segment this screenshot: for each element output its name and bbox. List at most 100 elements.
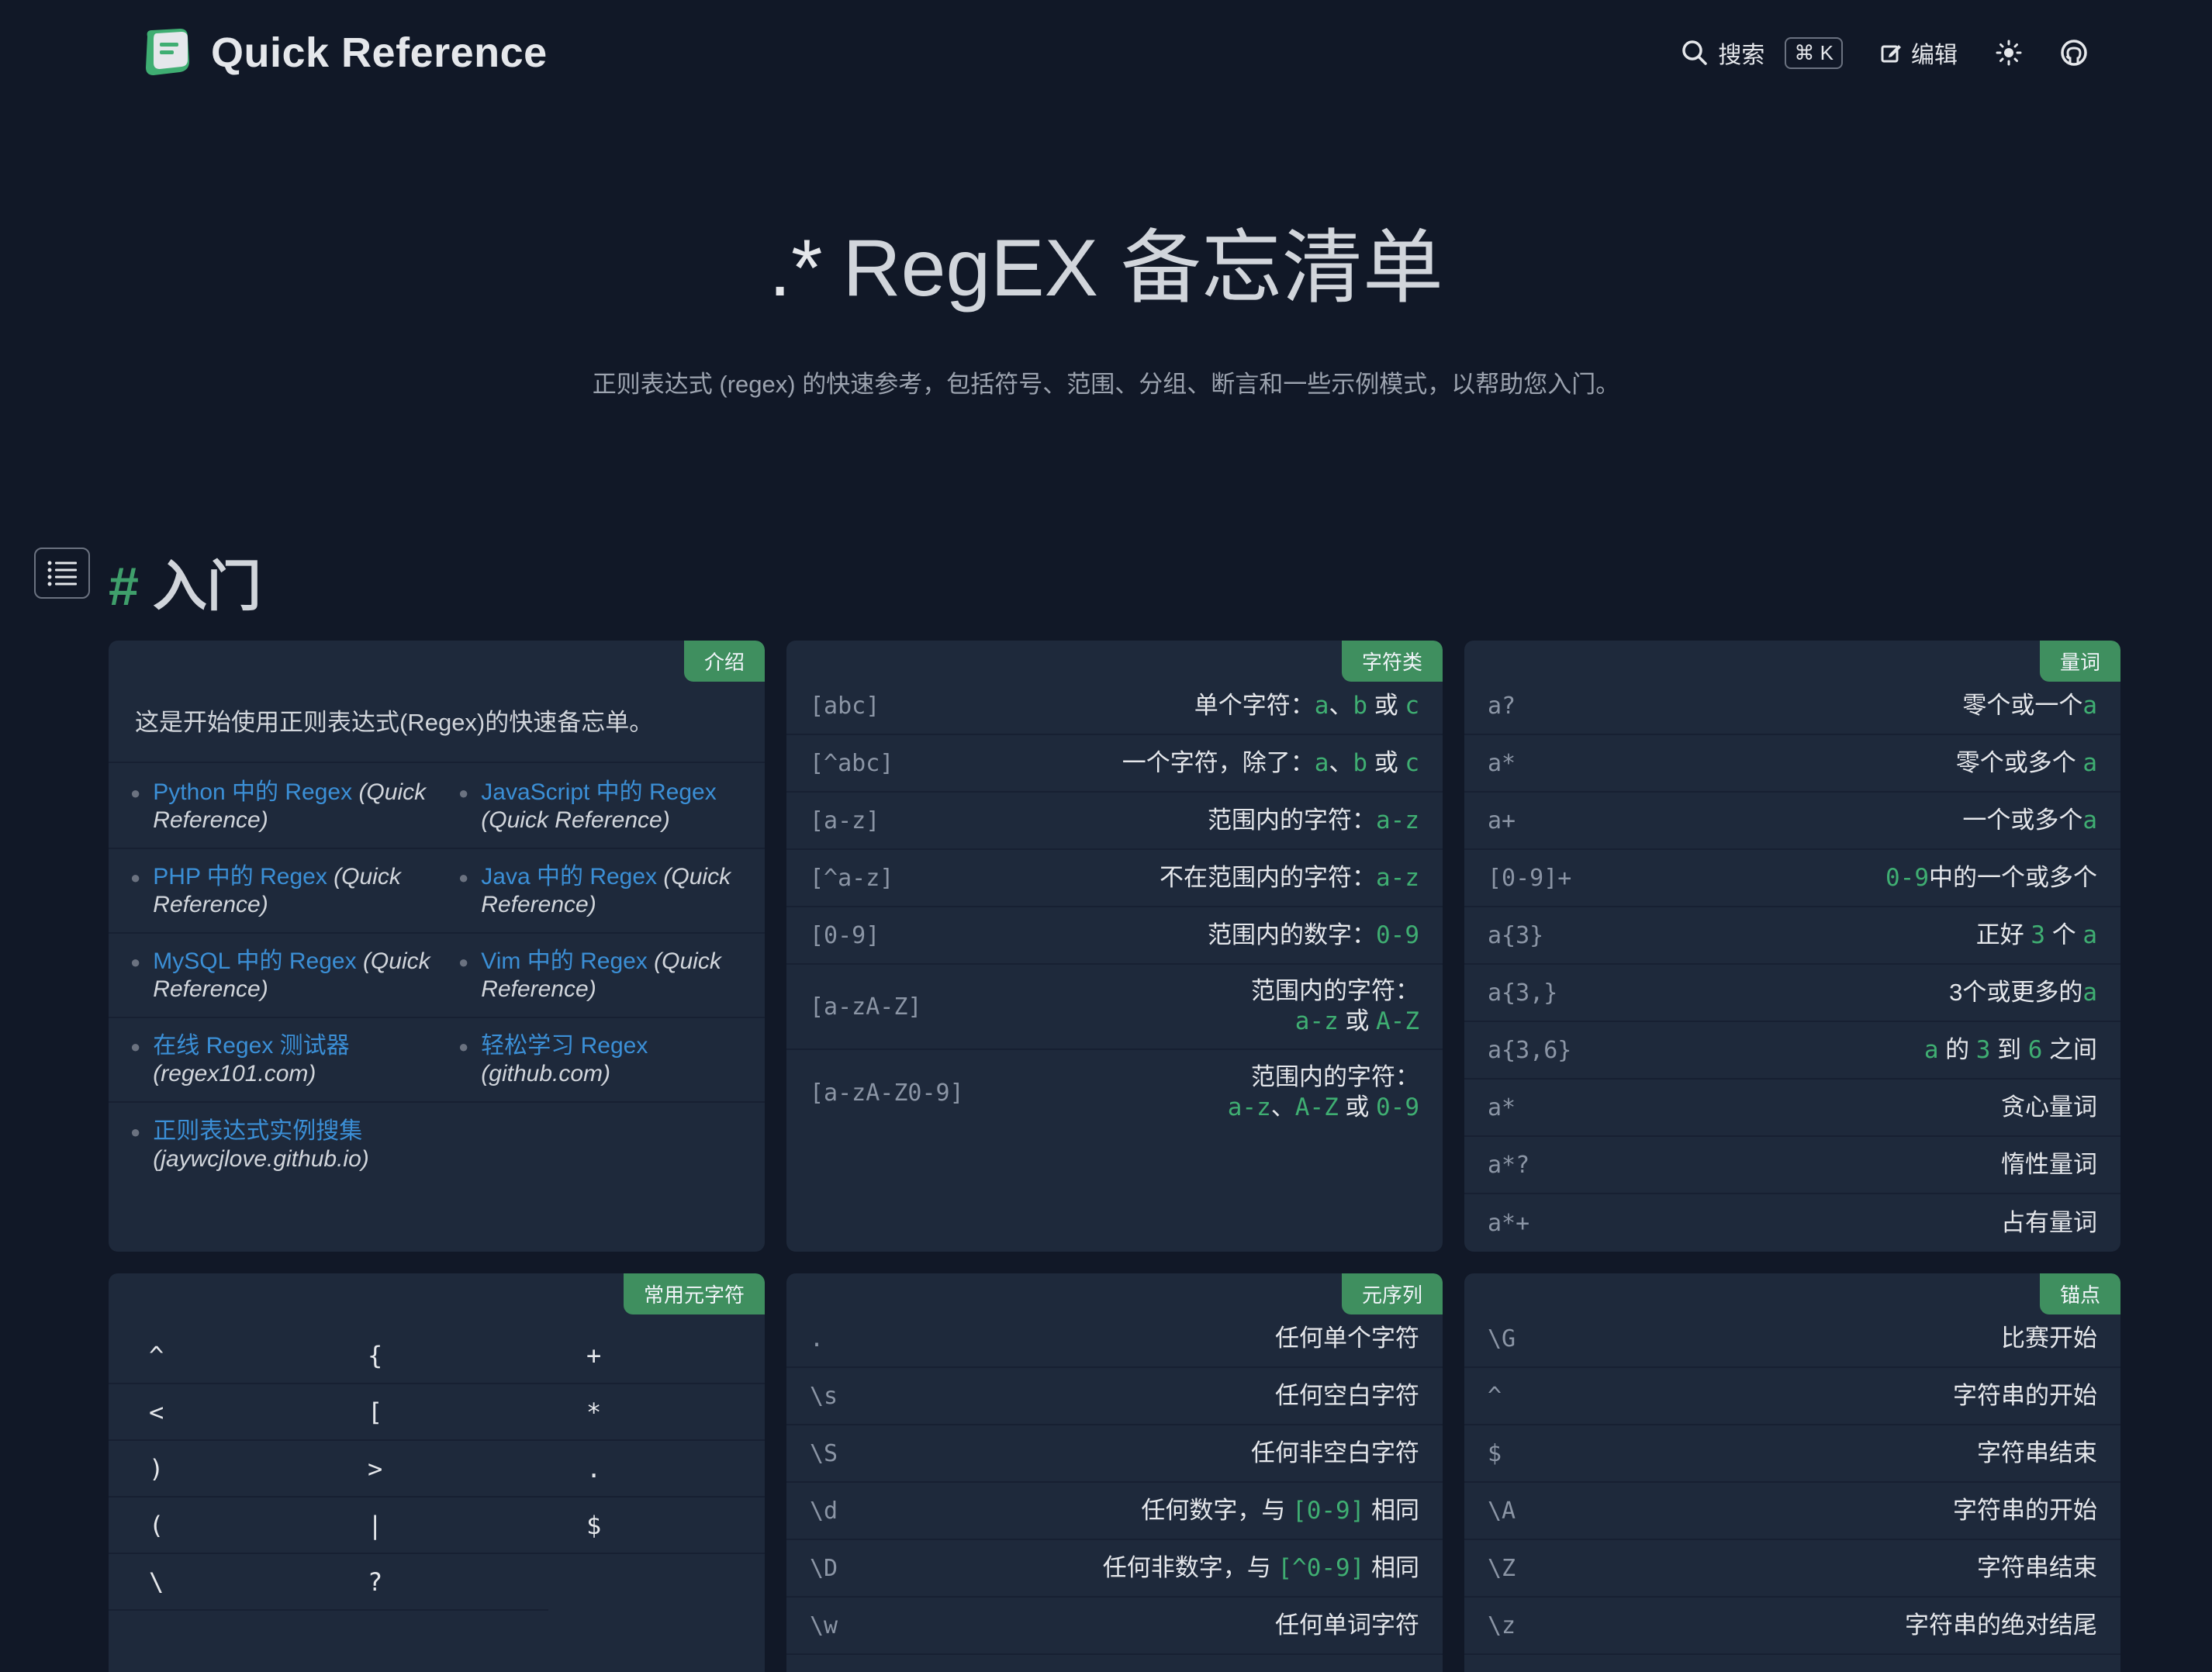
desc-text: 或 [1338, 1093, 1376, 1121]
table-row: ( | $ [109, 1498, 765, 1554]
table-row: a*? 惰性量词 [1464, 1137, 2120, 1194]
pattern-desc: 字符串的开始 [1953, 1381, 2097, 1409]
page-subtitle: 正则表达式 (regex) 的快速参考，包括符号、范围、分组、断言和一些示例模式… [592, 371, 1620, 398]
list-item: ● JavaScript 中的 Regex (Quick Reference) [437, 779, 765, 834]
metachar: ^ [149, 1340, 164, 1370]
table-row: [0-9] 范围内的数字：0-9 [786, 907, 1443, 965]
table-row: [^a-z] 不在范围内的字符：a-z [786, 850, 1443, 907]
desc-code: a [1314, 691, 1329, 720]
desc-text: 的 [1938, 1035, 1976, 1063]
pattern-code: a{3,} [1488, 979, 1558, 1007]
theme-toggle[interactable] [1995, 39, 2023, 67]
pattern-code: \S [810, 1439, 838, 1467]
link-note: (Quick Reference) [481, 807, 670, 833]
bullet-icon: ● [130, 1036, 141, 1056]
link-learn-regex[interactable]: 轻松学习 Regex (github.com) [481, 1032, 648, 1088]
table-row: [a-z] 范围内的字符：a-z [786, 793, 1443, 850]
top-nav: Quick Reference 搜索 ⌘ K 编辑 [140, 22, 2088, 84]
pattern-code: a{3} [1488, 921, 1544, 949]
pattern-desc: 零个或一个a [1962, 691, 2097, 721]
link-mysql[interactable]: MySQL 中的 Regex (Quick Reference) [153, 948, 437, 1004]
table-row: . 任何单个字符 [786, 1311, 1443, 1368]
pattern-code: a*+ [1488, 1209, 1530, 1237]
desc-code: a [2082, 978, 2097, 1007]
desc-code: c [1405, 691, 1419, 720]
brand-link[interactable]: Quick Reference [140, 26, 548, 80]
charclass-card: 字符类 [abc] 单个字符：a、b 或 c [^abc] 一个字符，除了：a、… [786, 641, 1443, 1252]
bullet-icon: ● [130, 867, 141, 887]
link-php[interactable]: PHP 中的 Regex (Quick Reference) [153, 863, 437, 919]
desc-code: a [2082, 691, 2097, 720]
pattern-code: [a-zA-Z] [810, 993, 922, 1021]
github-link[interactable] [2060, 39, 2088, 67]
edit-button[interactable]: 编辑 [1880, 36, 1958, 70]
pattern-code: [^a-z] [810, 864, 894, 892]
link-label[interactable]: 在线 Regex 测试器 [153, 1033, 349, 1059]
desc-text: 或 [1338, 1007, 1376, 1035]
link-label[interactable]: MySQL 中的 Regex [153, 948, 356, 974]
pattern-code: [a-z] [810, 807, 880, 834]
pattern-code: a? [1488, 692, 1516, 720]
link-python[interactable]: Python 中的 Regex (Quick Reference) [153, 779, 437, 834]
pattern-code: \s [810, 1382, 838, 1410]
link-regex101[interactable]: 在线 Regex 测试器 (regex101.com) [153, 1032, 349, 1088]
table-row: a{3} 正好 3 个 a [1464, 907, 2120, 965]
desc-text: 之间 [2042, 1035, 2097, 1063]
link-row: ● MySQL 中的 Regex (Quick Reference) ● Vim 中… [109, 934, 765, 1018]
pattern-code: a{3,6} [1488, 1036, 1572, 1064]
card-badge: 量词 [2039, 641, 2120, 682]
pattern-code: [0-9] [810, 921, 880, 949]
link-vim[interactable]: Vim 中的 Regex (Quick Reference) [481, 948, 765, 1004]
link-java[interactable]: Java 中的 Regex (Quick Reference) [481, 863, 765, 919]
desc-text: 零个或多个 [1955, 748, 2083, 776]
link-label[interactable]: 轻松学习 Regex [481, 1033, 648, 1059]
list-item: ● PHP 中的 Regex (Quick Reference) [109, 863, 437, 919]
section-anchor[interactable]: # [109, 556, 139, 617]
card-badge: 介绍 [683, 641, 765, 682]
pattern-code: . [810, 1325, 824, 1352]
link-row: ● PHP 中的 Regex (Quick Reference) ● Java 中的… [109, 849, 765, 934]
link-javascript[interactable]: JavaScript 中的 Regex (Quick Reference) [481, 779, 765, 834]
link-examples[interactable]: 正则表达式实例搜集 (jaywcjlove.github.io) [153, 1118, 368, 1173]
link-row: ● Python 中的 Regex (Quick Reference) ● Java… [109, 765, 765, 849]
table-row: \ ? [109, 1554, 548, 1611]
desc-code: A-Z [1294, 1093, 1339, 1121]
link-label[interactable]: PHP 中的 Regex [153, 864, 327, 890]
pattern-desc: 0-9中的一个或多个 [1885, 863, 2097, 893]
metachar: + [586, 1340, 602, 1370]
link-note: (regex101.com) [153, 1060, 316, 1086]
metachars-card: 常用元字符 ^ { + < [ * ) > . ( | $ \ ? [109, 1273, 765, 1672]
metachars-grid: ^ { + < [ * ) > . ( | $ \ ? [109, 1328, 765, 1611]
pattern-desc: 惰性量词 [2001, 1150, 2097, 1178]
toc-toggle-button[interactable] [34, 548, 90, 599]
metachar: > [368, 1453, 383, 1484]
pattern-desc: 贪心量词 [2001, 1093, 2097, 1121]
desc-code: a [1923, 1035, 1939, 1064]
metachar: ? [368, 1567, 383, 1597]
link-label[interactable]: JavaScript 中的 Regex [481, 779, 716, 805]
page-title-text: RegEX 备忘清单 [842, 223, 1443, 313]
desc-text: 任何数字，与 [1141, 1496, 1293, 1524]
table-row: a* 零个或多个 a [1464, 735, 2120, 793]
link-label[interactable]: 正则表达式实例搜集 [153, 1118, 362, 1144]
table-row: a* 贪心量词 [1464, 1080, 2120, 1137]
desc-text: 范围内的字符： [1251, 977, 1419, 1005]
link-label[interactable]: Vim 中的 Regex [481, 948, 648, 974]
desc-code: 3 [2031, 921, 2046, 949]
desc-text: 零个或一个 [1962, 691, 2083, 719]
table-row: \d 任何数字，与 [0-9] 相同 [786, 1483, 1443, 1540]
table-row: \A 字符串的开始 [1464, 1483, 2120, 1540]
link-label[interactable]: Python 中的 Regex [153, 779, 352, 805]
brand-title: Quick Reference [211, 29, 548, 76]
table-row: < [ * [109, 1384, 765, 1441]
pattern-desc: 任何非数字，与 [^0-9] 相同 [1103, 1553, 1419, 1584]
pattern-code: \d [810, 1497, 838, 1525]
search-button[interactable]: 搜索 ⌘ K [1681, 36, 1843, 70]
table-row: ^ { + [109, 1328, 765, 1384]
link-label[interactable]: Java 中的 Regex [481, 864, 657, 890]
table-row: a{3,} 3个或更多的a [1464, 965, 2120, 1022]
table-row: a{3,6} a 的 3 到 6 之间 [1464, 1022, 2120, 1080]
link-note: (github.com) [481, 1060, 611, 1086]
metachar: ) [149, 1453, 164, 1484]
desc-code: a-z [1376, 806, 1419, 834]
